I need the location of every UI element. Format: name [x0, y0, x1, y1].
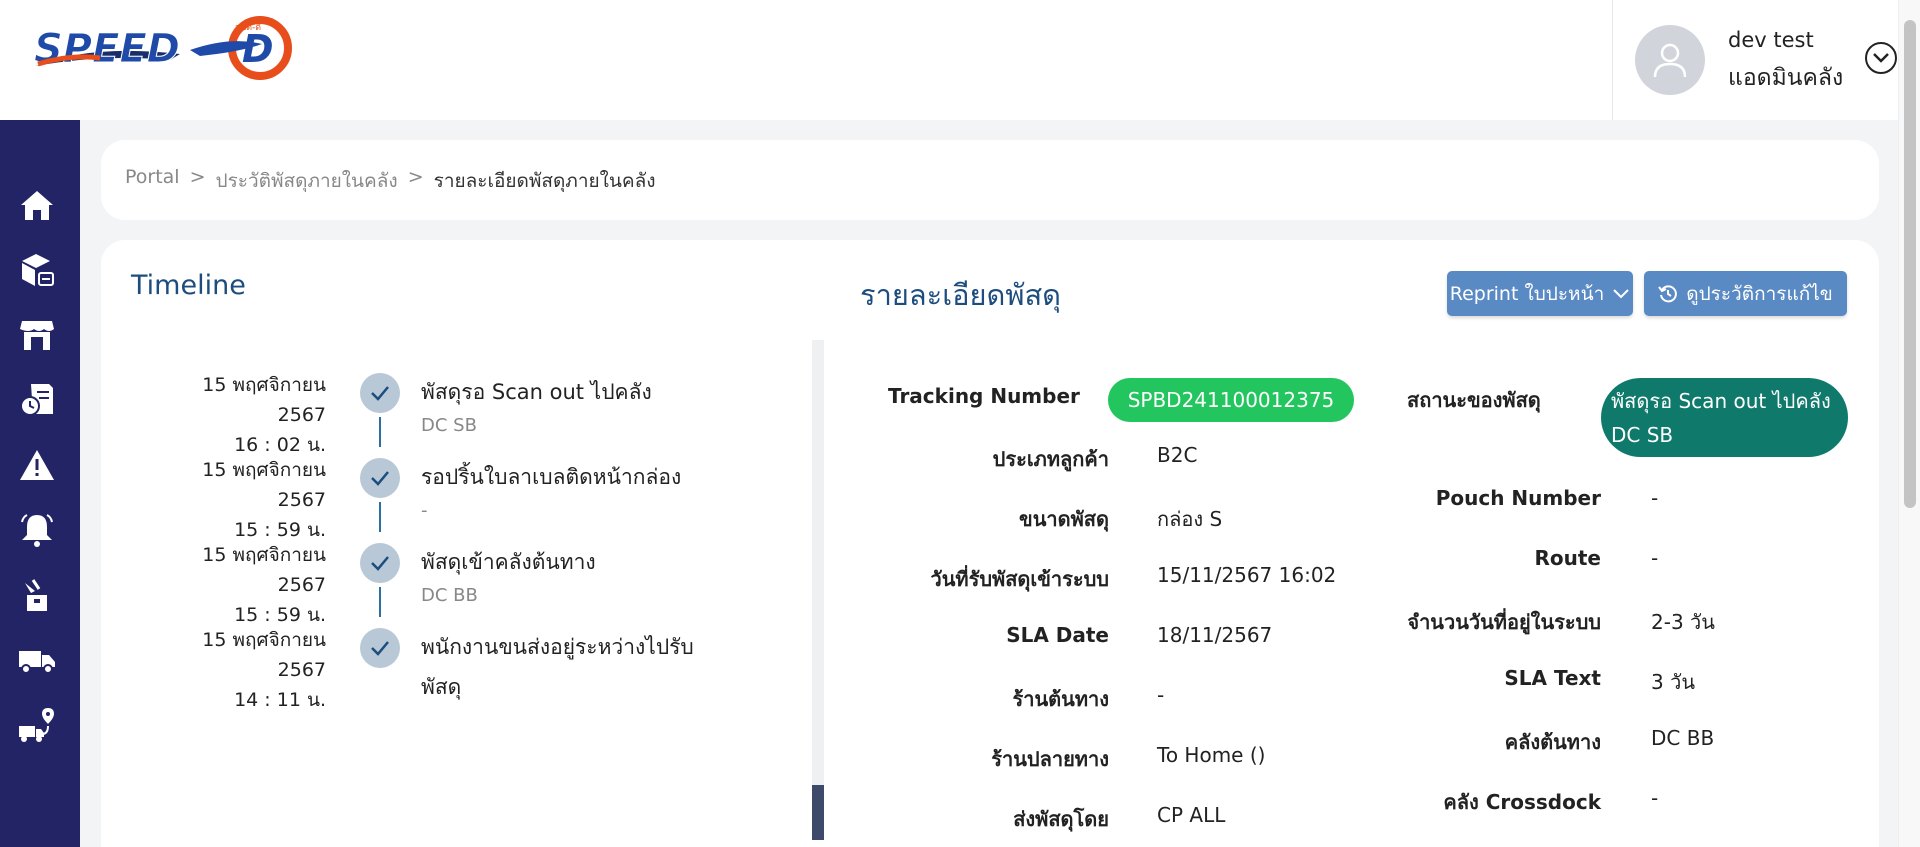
page-scrollbar[interactable] — [1898, 0, 1920, 847]
label-sla-text: SLA Text — [1504, 666, 1601, 690]
check-icon — [360, 373, 400, 413]
store-icon[interactable] — [18, 316, 56, 354]
label-origin-warehouse: คลังต้นทาง — [1504, 730, 1601, 754]
history-icon — [1658, 284, 1678, 302]
timeline-date-time: 14 : 11 น. — [234, 689, 326, 711]
user-icon — [1653, 43, 1687, 78]
parcel-scan-icon[interactable] — [18, 251, 56, 289]
svg-text:D: D — [242, 27, 274, 71]
timeline-date-day: 15 พฤศจิกายน — [202, 374, 326, 396]
main-card: Timeline 15 พฤศจิกายน 2567 16 : 02 น. พั… — [101, 240, 1879, 847]
breadcrumb-card: Portal > ประวัติพัสดุภายในคลัง > รายละเอ… — [101, 140, 1879, 220]
timeline-connector — [379, 587, 381, 617]
value-sla-text: 3 วัน — [1651, 670, 1695, 694]
label-days-in-system: จำนวนวันที่อยู่ในระบบ — [1407, 610, 1601, 634]
timeline-connector — [379, 502, 381, 532]
home-icon[interactable] — [18, 186, 56, 224]
breadcrumb-history[interactable]: ประวัติพัสดุภายในคลัง — [216, 166, 398, 196]
value-days-in-system: 2-3 วัน — [1651, 610, 1715, 634]
value-sent-by: CP ALL — [1157, 803, 1226, 827]
label-customer-type: ประเภทลูกค้า — [992, 447, 1109, 471]
timeline-date: 15 พฤศจิกายน 2567 14 : 11 น. — [201, 625, 326, 715]
document-clock-icon[interactable] — [18, 381, 56, 419]
breadcrumb-portal[interactable]: Portal — [125, 166, 180, 196]
label-pouch-number: Pouch Number — [1435, 486, 1601, 510]
breadcrumb-separator: > — [189, 166, 206, 188]
timeline-title: Timeline — [131, 270, 246, 301]
label-route: Route — [1534, 546, 1601, 570]
label-crossdock-warehouse: คลัง Crossdock — [1443, 790, 1601, 814]
reprint-label: Reprint ใบปะหน้า — [1449, 282, 1605, 305]
timeline-date-day: 15 พฤศจิกายน — [202, 459, 326, 481]
check-icon — [360, 543, 400, 583]
user-role: แอดมินคลัง — [1728, 65, 1844, 91]
timeline-date-year: 2567 — [277, 659, 326, 681]
truck-icon[interactable] — [18, 641, 56, 679]
timeline-scrollbar[interactable] — [812, 340, 824, 840]
value-route: - — [1651, 546, 1659, 570]
timeline-event-sub: DC SB — [421, 415, 477, 436]
breadcrumb-current: รายละเอียดพัสดุภายในคลัง — [433, 170, 656, 192]
warning-icon[interactable] — [18, 446, 56, 484]
label-tracking-number: Tracking Number — [888, 384, 1080, 408]
timeline-date-year: 2567 — [277, 489, 326, 511]
avatar[interactable] — [1635, 25, 1705, 95]
check-icon — [360, 628, 400, 668]
speed-d-logo[interactable]: SPEED D สปีด-ดี — [30, 14, 292, 80]
user-menu[interactable]: dev test แอดมินคลัง — [1612, 0, 1902, 120]
timeline-date: 15 พฤศจิกายน 2567 15 : 59 น. — [201, 540, 326, 630]
label-parcel-size: ขนาดพัสดุ — [1019, 507, 1109, 531]
svg-text:SPEED: SPEED — [34, 26, 180, 72]
label-destination-store: ร้านปลายทาง — [991, 747, 1109, 771]
chevron-down-icon[interactable] — [1865, 42, 1897, 74]
value-pouch-number: - — [1651, 486, 1659, 510]
timeline-date-year: 2567 — [277, 574, 326, 596]
detail-title: รายละเอียดพัสดุ — [860, 278, 1062, 312]
label-sla-date: SLA Date — [1006, 623, 1109, 647]
timeline-scroll-thumb[interactable] — [812, 785, 824, 840]
timeline-event-title: พัสดุรอ Scan out ไปคลัง — [421, 380, 652, 404]
value-parcel-size: กล่อง S — [1157, 507, 1223, 531]
reprint-button[interactable]: Reprint ใบปะหน้า — [1447, 271, 1633, 316]
value-sla-date: 18/11/2567 — [1157, 623, 1273, 647]
tracking-number-badge[interactable]: SPBD241100012375 — [1108, 378, 1354, 422]
timeline-event-sub: DC BB — [421, 585, 478, 606]
value-origin-warehouse: DC BB — [1651, 726, 1715, 750]
route-truck-icon[interactable] — [18, 706, 56, 744]
timeline-date: 15 พฤศจิกายน 2567 16 : 02 น. — [201, 370, 326, 460]
chevron-down-icon — [1613, 288, 1629, 298]
label-sent-by: ส่งพัสดุโดย — [1013, 807, 1109, 831]
breadcrumb-separator: > — [407, 166, 424, 188]
label-parcel-status: สถานะของพัสดุ — [1407, 388, 1541, 412]
value-customer-type: B2C — [1157, 443, 1198, 467]
breadcrumb: Portal > ประวัติพัสดุภายในคลัง > รายละเอ… — [125, 166, 656, 196]
user-name: dev test — [1728, 28, 1814, 52]
sidebar — [0, 120, 80, 847]
timeline-event-title: พัสดุเข้าคลังต้นทาง — [421, 550, 596, 574]
value-crossdock-warehouse: - — [1651, 786, 1659, 810]
bell-icon[interactable] — [18, 511, 56, 549]
parcel-status-badge: พัสดุรอ Scan out ไปคลัง DC SB — [1601, 378, 1848, 457]
page-scroll-thumb[interactable] — [1904, 20, 1916, 508]
timeline-date: 15 พฤศจิกายน 2567 15 : 59 น. — [201, 455, 326, 545]
timeline-date-day: 15 พฤศจิกายน — [202, 544, 326, 566]
label-origin-store: ร้านต้นทาง — [1012, 687, 1109, 711]
timeline-date-year: 2567 — [277, 404, 326, 426]
value-received-date: 15/11/2567 16:02 — [1157, 563, 1337, 587]
value-origin-store: - — [1157, 683, 1165, 707]
timeline-event-title: รอปริ้นใบลาเบลติดหน้ากล่อง — [421, 465, 682, 489]
view-history-button[interactable]: ดูประวัติการแก้ไข — [1644, 271, 1847, 316]
timeline-date-day: 15 พฤศจิกายน — [202, 629, 326, 651]
parcel-drop-icon[interactable] — [18, 576, 56, 614]
timeline-event-sub: - — [421, 500, 428, 521]
label-received-date: วันที่รับพัสดุเข้าระบบ — [930, 567, 1109, 591]
check-icon — [360, 458, 400, 498]
timeline-event-title: พนักงานขนส่งอยู่ระหว่างไปรับพัสดุ — [421, 635, 694, 699]
value-destination-store: To Home () — [1157, 743, 1266, 767]
logo-sub-text: สปีด-ดี — [235, 22, 261, 33]
top-header: SPEED D สปีด-ดี dev test แอดมินคลัง — [0, 0, 1920, 120]
history-label: ดูประวัติการแก้ไข — [1686, 282, 1833, 305]
timeline-connector — [379, 417, 381, 447]
